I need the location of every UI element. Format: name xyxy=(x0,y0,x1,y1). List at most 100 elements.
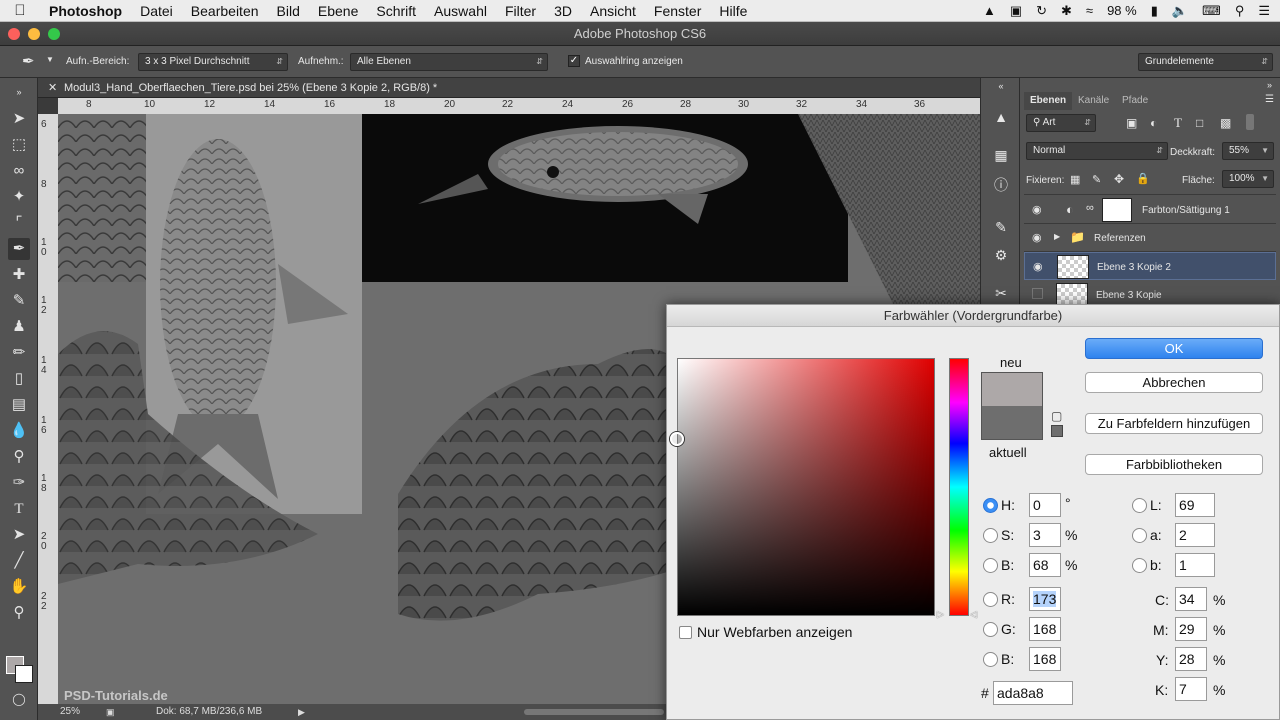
close-tab-icon[interactable]: ✕ xyxy=(48,78,57,98)
horizontal-scrollbar[interactable] xyxy=(524,709,664,715)
bluetooth-icon[interactable]: ✱ xyxy=(1061,3,1072,19)
brush-presets-icon[interactable]: ✎ xyxy=(990,216,1012,238)
lock-transparency-icon[interactable]: ▦ xyxy=(1070,173,1080,186)
pen-tool-icon[interactable]: ✑ xyxy=(8,472,30,494)
menu-filter[interactable]: Filter xyxy=(496,3,545,19)
filter-toggle[interactable] xyxy=(1246,114,1254,130)
hex-input[interactable]: ada8a8 xyxy=(993,681,1073,705)
brightness-radio[interactable] xyxy=(983,558,998,573)
menu-fenster[interactable]: Fenster xyxy=(645,3,710,19)
menu-3d[interactable]: 3D xyxy=(545,3,581,19)
collapse-panel-icon[interactable]: » xyxy=(1267,80,1272,90)
web-safe-color-icon[interactable] xyxy=(1051,425,1063,437)
lasso-tool-icon[interactable]: ∞ xyxy=(8,160,30,182)
gradient-tool-icon[interactable]: ▤ xyxy=(8,394,30,416)
web-colors-only-checkbox[interactable] xyxy=(679,626,692,639)
magenta-input[interactable]: 29 xyxy=(1175,617,1207,641)
collapse-panel-icon[interactable]: « xyxy=(990,80,1012,92)
line-tool-icon[interactable]: ╱ xyxy=(8,550,30,572)
tab-ebenen[interactable]: Ebenen xyxy=(1024,92,1073,110)
add-to-swatches-button[interactable]: Zu Farbfeldern hinzufügen xyxy=(1085,413,1263,434)
eyedropper-tool-icon[interactable]: ✒ xyxy=(8,238,30,260)
current-color-swatch[interactable] xyxy=(982,406,1042,439)
spotlight-search-icon[interactable]: ⚲ xyxy=(1235,3,1245,19)
expand-group-icon[interactable]: ▶ xyxy=(1054,232,1060,241)
background-color-swatch[interactable] xyxy=(15,665,33,683)
eye-visibility-icon[interactable]: ◉ xyxy=(1032,231,1042,244)
blue-input[interactable]: 168 xyxy=(1029,647,1061,671)
layer-name[interactable]: Ebene 3 Kopie 2 xyxy=(1097,262,1171,273)
dodge-tool-icon[interactable]: ⚲ xyxy=(8,446,30,468)
lab-b-input[interactable]: 1 xyxy=(1175,553,1215,577)
menu-datei[interactable]: Datei xyxy=(131,3,182,19)
black-input[interactable]: 7 xyxy=(1175,677,1207,701)
minimize-window-button[interactable] xyxy=(28,28,40,40)
lab-a-radio[interactable] xyxy=(1132,528,1147,543)
layer-name[interactable]: Farbton/Sättigung 1 xyxy=(1142,205,1230,216)
zoom-level[interactable]: 25% xyxy=(60,704,80,720)
saturation-input[interactable]: 3 xyxy=(1029,523,1061,547)
eye-visibility-icon[interactable]: ◉ xyxy=(1032,203,1042,216)
collapse-panel-icon[interactable]: » xyxy=(8,86,30,108)
battery-icon[interactable]: ▮ xyxy=(1151,3,1158,19)
chain-link-icon[interactable]: ∞ xyxy=(1086,202,1094,214)
ok-button[interactable]: OK xyxy=(1085,338,1263,359)
time-machine-icon[interactable]: ↻ xyxy=(1036,3,1047,19)
visibility-toggle-off[interactable] xyxy=(1032,288,1043,299)
hue-slider-handle-right[interactable]: ◁ xyxy=(970,609,977,620)
red-input[interactable]: 173 xyxy=(1029,587,1061,611)
wifi-icon[interactable]: ≈ xyxy=(1086,3,1093,18)
chevron-down-icon[interactable]: ▼ xyxy=(46,55,54,64)
status-icon[interactable]: ▣ xyxy=(106,704,115,720)
menu-app[interactable]: Photoshop xyxy=(40,3,131,19)
saturation-brightness-field[interactable] xyxy=(670,358,935,616)
zoom-window-button[interactable] xyxy=(48,28,60,40)
apple-icon[interactable]:  xyxy=(0,2,40,19)
hue-slider-handle-left[interactable]: ▷ xyxy=(937,609,944,620)
sample-source-select[interactable]: Alle Ebenen ⇵ xyxy=(350,53,548,71)
brightness-input[interactable]: 68 xyxy=(1029,553,1061,577)
layer-row-selected[interactable]: ◉ Ebene 3 Kopie 2 xyxy=(1024,252,1276,280)
adobe-icon[interactable]: ▲ xyxy=(983,3,996,18)
blend-mode-select[interactable]: Normal ⇵ xyxy=(1026,142,1168,160)
blur-tool-icon[interactable]: 💧 xyxy=(8,420,30,442)
layer-row[interactable]: ◉ ▶ 📁 Referenzen xyxy=(1024,224,1276,252)
menu-ebene[interactable]: Ebene xyxy=(309,3,367,19)
sample-size-select[interactable]: 3 x 3 Pixel Durchschnitt ⇵ xyxy=(138,53,288,71)
quick-mask-icon[interactable]: ◯ xyxy=(8,688,30,710)
camera-icon[interactable]: ▣ xyxy=(1010,3,1022,19)
red-radio[interactable] xyxy=(983,592,998,607)
layer-row[interactable]: ◉ ◐ ∞ Farbton/Sättigung 1 xyxy=(1024,196,1276,224)
color-libraries-button[interactable]: Farbbibliotheken xyxy=(1085,454,1263,475)
brush-tool-icon[interactable]: ✎ xyxy=(8,290,30,312)
layer-name[interactable]: Referenzen xyxy=(1094,233,1146,244)
yellow-input[interactable]: 28 xyxy=(1175,647,1207,671)
history-brush-tool-icon[interactable]: ✏ xyxy=(8,342,30,364)
hue-slider[interactable] xyxy=(949,358,969,616)
hand-tool-icon[interactable]: ✋ xyxy=(8,576,30,598)
lab-b-radio[interactable] xyxy=(1132,558,1147,573)
hue-radio[interactable] xyxy=(983,498,998,513)
magic-wand-tool-icon[interactable]: ✦ xyxy=(8,186,30,208)
lab-a-input[interactable]: 2 xyxy=(1175,523,1215,547)
document-tab[interactable]: ✕ Modul3_Hand_Oberflaechen_Tiere.psd bei… xyxy=(38,78,980,98)
eyedropper-icon[interactable]: ✒ xyxy=(22,52,35,70)
marquee-tool-icon[interactable]: ⬚ xyxy=(8,134,30,156)
menu-hilfe[interactable]: Hilfe xyxy=(710,3,756,19)
filter-shape-icon[interactable]: □ xyxy=(1196,116,1203,130)
layer-thumbnail[interactable] xyxy=(1057,255,1089,279)
menu-ansicht[interactable]: Ansicht xyxy=(581,3,645,19)
type-tool-icon[interactable]: T xyxy=(8,498,30,520)
stamp-tool-icon[interactable]: ♟ xyxy=(8,316,30,338)
color-cursor-ring[interactable] xyxy=(670,432,684,446)
filter-smart-object-icon[interactable]: ▩ xyxy=(1220,116,1231,130)
lock-all-icon[interactable]: 🔒 xyxy=(1136,172,1150,185)
lab-l-input[interactable]: 69 xyxy=(1175,493,1215,517)
menu-bearbeiten[interactable]: Bearbeiten xyxy=(182,3,268,19)
tool-presets-icon[interactable]: ✂ xyxy=(990,282,1012,304)
tab-pfade[interactable]: Pfade xyxy=(1116,92,1154,110)
saturation-radio[interactable] xyxy=(983,528,998,543)
adjustments-icon[interactable]: ⚙ xyxy=(990,244,1012,266)
zoom-tool-icon[interactable]: ⚲ xyxy=(8,602,30,624)
blue-radio[interactable] xyxy=(983,652,998,667)
